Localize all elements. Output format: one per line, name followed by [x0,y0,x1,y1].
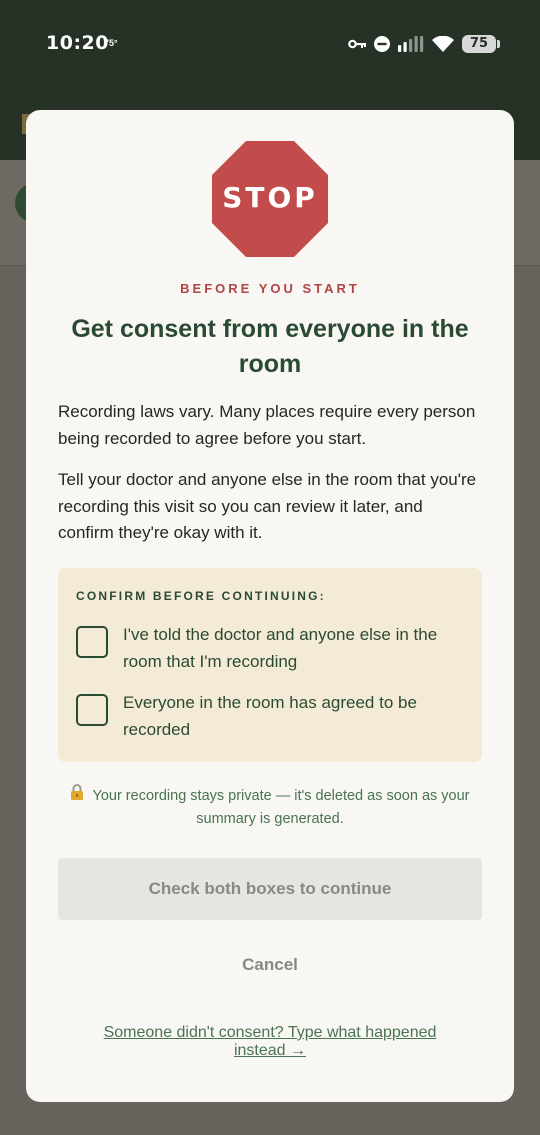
battery-icon: 75 [462,35,500,53]
confirm-panel: CONFIRM BEFORE CONTINUING: I've told the… [58,568,482,762]
status-bar: 10:20 75° 75 [0,0,540,92]
do-not-disturb-icon [374,36,390,52]
checkbox-label[interactable]: Everyone in the room has agreed to be re… [123,690,453,743]
lock-icon [71,784,84,800]
key-icon [348,39,366,49]
signal-icon [398,36,424,52]
checkbox-told-everyone[interactable] [76,626,108,658]
dialog-title: Get consent from everyone in the room [71,315,469,378]
wifi-icon [432,36,454,52]
privacy-text: Your recording stays private — it's dele… [92,788,470,827]
consent-dialog: STOP BEFORE YOU START Get consent from e… [26,110,514,1102]
stop-sign-icon: STOP [212,141,328,257]
continue-button[interactable]: Check both boxes to continue [58,858,482,920]
stop-sign-text: STOP [222,181,318,214]
no-consent-link[interactable]: Someone didn't consent? Type what happen… [76,1024,464,1060]
checkbox-everyone-agreed[interactable] [76,694,108,726]
eyebrow-label: BEFORE YOU START [180,281,360,296]
weather-temperature: 75° [104,38,118,48]
privacy-note: Your recording stays private — it's dele… [62,784,478,831]
body-paragraph-instructions: Tell your doctor and anyone else in the … [58,470,477,542]
status-icons: 75 [348,33,500,55]
body-paragraph-laws: Recording laws vary. Many places require… [58,402,476,448]
cancel-button[interactable]: Cancel [220,950,320,980]
status-time: 10:20 [46,32,109,54]
confirm-heading: CONFIRM BEFORE CONTINUING: [76,589,326,603]
checkbox-label[interactable]: I've told the doctor and anyone else in … [123,622,453,675]
